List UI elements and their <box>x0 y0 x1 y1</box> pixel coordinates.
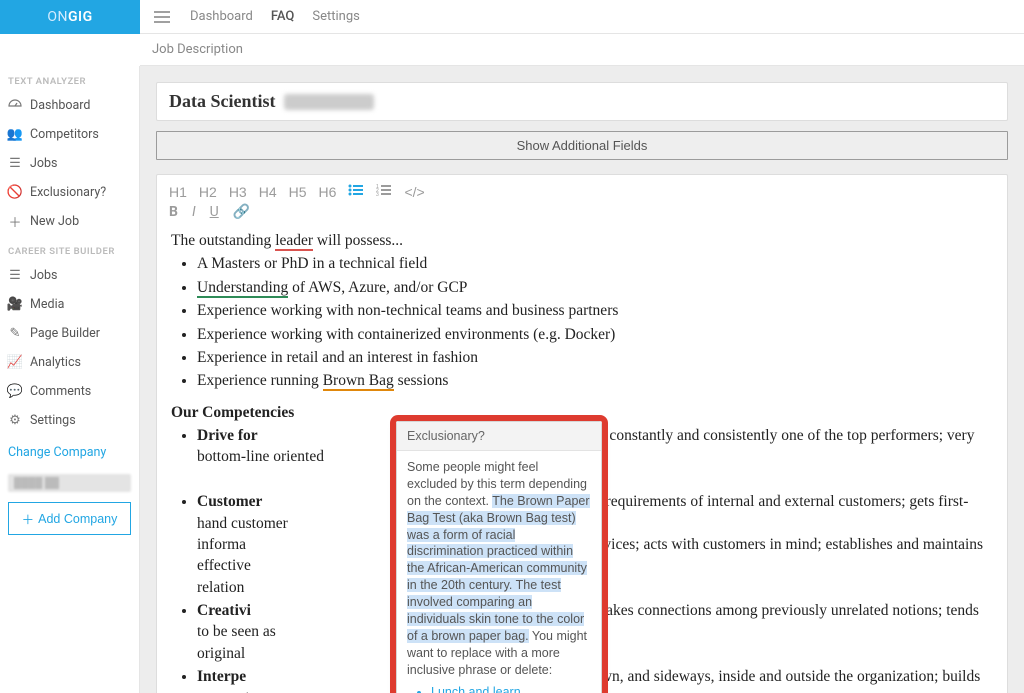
editor-bullet: Experience in retail and an interest in … <box>197 347 993 368</box>
flagged-word-understanding[interactable]: Understanding <box>197 279 288 298</box>
toolbar-bold-icon[interactable]: B <box>165 202 182 222</box>
sidebar-item-label: Comments <box>30 384 91 399</box>
intro-text: The outstanding <box>171 232 275 249</box>
sidebar-item-label: Page Builder <box>30 326 100 341</box>
breadcrumb: Job Description <box>140 34 1024 66</box>
editor-toolbar: H1 H2 H3 H4 H5 H6 123 </> <box>157 175 1007 202</box>
intro-text: will possess... <box>313 232 403 249</box>
toolbar-h6[interactable]: H6 <box>315 182 341 202</box>
add-company-button[interactable]: ＋ Add Company <box>8 502 131 535</box>
sidebar-item-label: Dashboard <box>30 98 90 113</box>
sidebar-item-settings[interactable]: ⚙ Settings <box>0 406 139 435</box>
sidebar-item-exclusionary[interactable]: 🚫 Exclusionary? <box>0 178 139 207</box>
popover-highlighted-explanation: The Brown Paper Bag Test (aka Brown Bag … <box>407 494 590 643</box>
job-title-redacted <box>284 94 374 110</box>
section-title: Our Competencies <box>171 402 993 423</box>
editor-bullet: Experience working with non-technical te… <box>197 300 993 321</box>
hamburger-icon[interactable] <box>148 11 176 23</box>
sidebar-item-label: Media <box>30 297 64 312</box>
flagged-word-brown-bag[interactable]: Brown Bag <box>323 372 394 391</box>
chart-icon: 📈 <box>8 356 22 370</box>
svg-text:3: 3 <box>376 192 379 197</box>
sidebar-item-label: Exclusionary? <box>30 185 106 200</box>
toolbar-underline-icon[interactable]: U <box>206 202 223 222</box>
flagged-word-leader[interactable]: leader <box>275 232 313 251</box>
show-additional-fields-button[interactable]: Show Additional Fields <box>156 131 1008 160</box>
sidebar-item-analytics[interactable]: 📈 Analytics <box>0 348 139 377</box>
sidebar-item-competitors[interactable]: 👥 Competitors <box>0 120 139 149</box>
company-badge: ████ ██ <box>8 474 131 492</box>
job-title-card[interactable]: Data Scientist <box>156 82 1008 121</box>
job-title: Data Scientist <box>169 91 276 112</box>
toolbar-italic-icon[interactable]: I <box>188 202 200 222</box>
sidebar: TEXT ANALYZER Dashboard 👥 Competitors ☰ … <box>0 66 140 693</box>
toolbar-ol-icon[interactable]: 123 <box>372 181 396 202</box>
sidebar-item-label: Jobs <box>30 156 58 171</box>
topnav-faq[interactable]: FAQ <box>271 9 295 24</box>
toolbar-h2[interactable]: H2 <box>195 182 221 202</box>
toolbar-code-icon[interactable]: </> <box>400 182 428 202</box>
sidebar-item-page-builder[interactable]: ✎ Page Builder <box>0 319 139 348</box>
add-company-label: Add Company <box>38 512 117 526</box>
sidebar-item-label: Analytics <box>30 355 81 370</box>
toolbar-h1[interactable]: H1 <box>165 182 191 202</box>
gear-icon: ⚙ <box>8 414 22 428</box>
comment-icon: 💬 <box>8 385 22 399</box>
popover-title: Exclusionary? <box>397 422 601 451</box>
topnav-dashboard[interactable]: Dashboard <box>190 9 253 24</box>
list-icon: ☰ <box>8 269 22 283</box>
sidebar-item-label: Settings <box>30 413 76 428</box>
brand-logo[interactable]: ONGIG <box>0 0 140 34</box>
sidebar-item-comments[interactable]: 💬 Comments <box>0 377 139 406</box>
pencil-icon: ✎ <box>8 327 22 341</box>
sidebar-section-analyzer: TEXT ANALYZER <box>0 66 139 91</box>
change-company-link[interactable]: Change Company <box>0 435 139 470</box>
sidebar-section-builder: CAREER SITE BUILDER <box>0 236 139 261</box>
toolbar-h3[interactable]: H3 <box>225 182 251 202</box>
sidebar-item-new-job[interactable]: ＋ New Job <box>0 207 139 236</box>
editor-bullet: Understanding of AWS, Azure, and/or GCP <box>197 277 993 298</box>
editor-bullet: A Masters or PhD in a technical field <box>197 253 993 274</box>
plus-icon: ＋ <box>8 215 22 229</box>
exclusionary-popover: Exclusionary? Some people might feel exc… <box>396 421 602 693</box>
dashboard-icon <box>8 99 22 113</box>
list-icon: ☰ <box>8 157 22 171</box>
sidebar-item-label: Jobs <box>30 268 58 283</box>
editor-bullet: Experience running Brown Bag sessions <box>197 370 993 391</box>
content-area: Data Scientist Show Additional Fields H1… <box>140 66 1024 693</box>
sidebar-item-jobs2[interactable]: ☰ Jobs <box>0 261 139 290</box>
sidebar-item-jobs[interactable]: ☰ Jobs <box>0 149 139 178</box>
toolbar-h5[interactable]: H5 <box>285 182 311 202</box>
sidebar-item-label: New Job <box>30 214 79 229</box>
plus-icon: ＋ <box>22 509 35 528</box>
ban-icon: 🚫 <box>8 186 22 200</box>
sidebar-item-dashboard[interactable]: Dashboard <box>0 91 139 120</box>
people-icon: 👥 <box>8 128 22 142</box>
editor-bullet: Experience working with containerized en… <box>197 324 993 345</box>
camera-icon: 🎥 <box>8 298 22 312</box>
sidebar-item-media[interactable]: 🎥 Media <box>0 290 139 319</box>
toolbar-link-icon[interactable]: 🔗 <box>229 202 254 222</box>
toolbar-h4[interactable]: H4 <box>255 182 281 202</box>
topnav-settings[interactable]: Settings <box>312 9 359 24</box>
popover-suggestion[interactable]: Lunch and learn <box>431 684 591 693</box>
toolbar-ul-icon[interactable] <box>344 181 368 202</box>
sidebar-item-label: Competitors <box>30 127 99 142</box>
